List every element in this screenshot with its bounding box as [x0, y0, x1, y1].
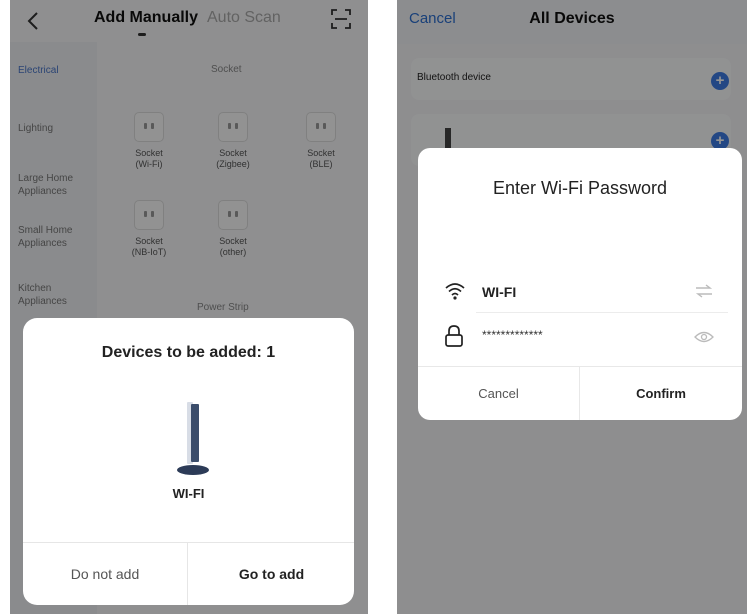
- do-not-add-button[interactable]: Do not add: [23, 543, 188, 605]
- wifi-password-screen: Cancel All Devices Bluetooth device + + …: [397, 0, 747, 614]
- device-image: [177, 402, 209, 475]
- add-device-screen: Add Manually Auto Scan Electrical Lighti…: [10, 0, 368, 614]
- wifi-ssid-row[interactable]: WI-FI: [418, 274, 742, 310]
- device-name: WI-FI: [172, 486, 205, 501]
- sheet-title: Devices to be added: 1: [101, 344, 276, 361]
- confirm-button[interactable]: Confirm: [580, 367, 742, 420]
- devices-to-add-sheet: Devices to be added: 1 WI-FI Do not add …: [23, 318, 354, 605]
- dialog-title: Enter Wi-Fi Password: [492, 178, 668, 198]
- lock-icon: [445, 325, 463, 347]
- divider: [476, 312, 728, 313]
- go-to-add-button[interactable]: Go to add: [189, 543, 354, 605]
- switch-network-icon[interactable]: [694, 283, 714, 299]
- wifi-ssid: WI-FI: [482, 284, 517, 300]
- eye-icon[interactable]: [694, 330, 714, 344]
- wifi-password-dialog: Enter Wi-Fi Password WI-FI *************: [418, 148, 742, 420]
- dialog-actions: Cancel Confirm: [418, 366, 742, 420]
- password-row[interactable]: *************: [418, 320, 742, 356]
- sheet-actions: Do not add Go to add: [23, 542, 354, 605]
- password-field[interactable]: *************: [482, 328, 543, 342]
- dialog-cancel-button[interactable]: Cancel: [418, 367, 580, 420]
- wifi-icon: [445, 283, 465, 300]
